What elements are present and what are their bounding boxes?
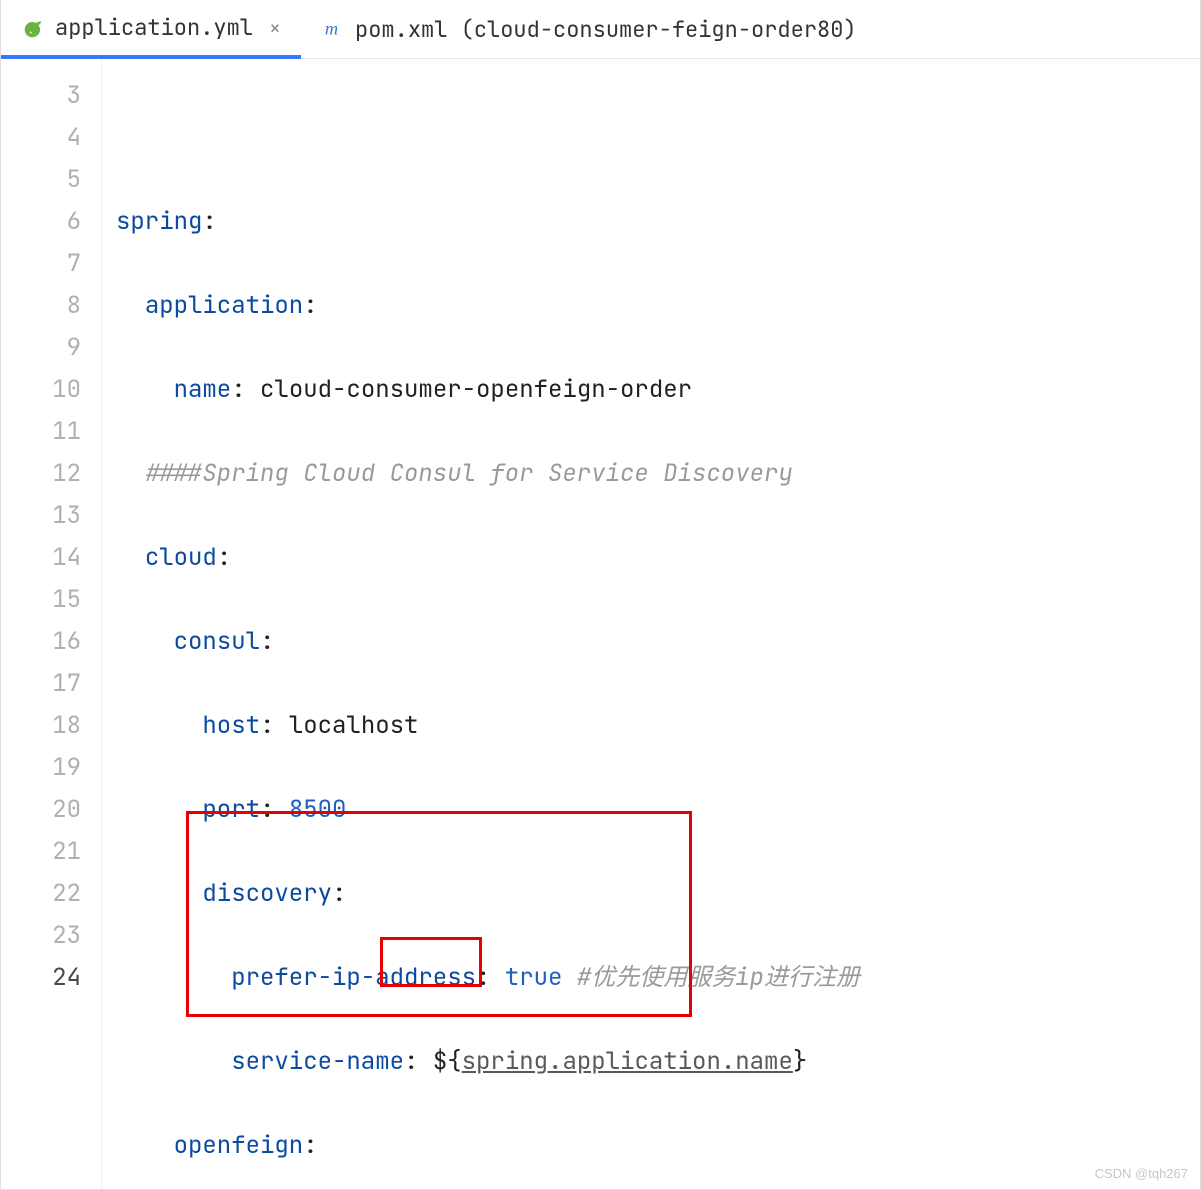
svg-text:m: m (325, 19, 338, 39)
line-number: 3 (1, 75, 101, 117)
tab-pom-xml[interactable]: m pom.xml (cloud-consumer-feign-order80) (301, 0, 877, 58)
code-line[interactable]: application: (102, 285, 1200, 327)
tab-title: application.yml (55, 13, 253, 42)
yaml-key: host (202, 710, 260, 741)
line-number: 23 (1, 915, 101, 957)
line-number: 10 (1, 369, 101, 411)
line-number: 4 (1, 117, 101, 159)
line-number-gutter: 3 4 5 6 7 8 9 10 11 12 13 14 15 16 17 18… (1, 59, 102, 1190)
line-number: 24 (1, 957, 101, 999)
yaml-value: } (793, 1046, 807, 1077)
code-line[interactable]: host: localhost (102, 705, 1200, 747)
maven-icon: m (323, 18, 345, 40)
watermark-text: CSDN @tqh267 (1095, 1166, 1188, 1181)
line-number: 14 (1, 537, 101, 579)
code-line[interactable]: name: cloud-consumer-openfeign-order (102, 369, 1200, 411)
tab-bar: application.yml × m pom.xml (cloud-consu… (1, 0, 1200, 59)
line-number: 15 (1, 579, 101, 621)
line-number: 13 (1, 495, 101, 537)
code-line[interactable]: spring: (102, 201, 1200, 243)
spring-icon (23, 17, 45, 39)
line-number: 18 (1, 705, 101, 747)
yaml-key: name (174, 374, 232, 405)
yaml-key: service-name (231, 1046, 404, 1077)
line-number: 5 (1, 159, 101, 201)
yaml-value: true (505, 962, 563, 993)
code-line[interactable]: prefer-ip-address: true #优先使用服务ip进行注册 (102, 957, 1200, 999)
code-editor[interactable]: 3 4 5 6 7 8 9 10 11 12 13 14 15 16 17 18… (1, 59, 1200, 1190)
code-line[interactable]: port: 8500 (102, 789, 1200, 831)
yaml-value: localhost (289, 710, 419, 741)
code-line[interactable]: service-name: ${spring.application.name} (102, 1041, 1200, 1083)
code-line[interactable]: cloud: (102, 537, 1200, 579)
line-number: 22 (1, 873, 101, 915)
code-line[interactable]: consul: (102, 621, 1200, 663)
code-line[interactable]: ####Spring Cloud Consul for Service Disc… (102, 453, 1200, 495)
code-line[interactable] (102, 117, 1200, 159)
yaml-value: 8500 (289, 794, 347, 825)
line-number: 16 (1, 621, 101, 663)
code-area[interactable]: spring: application: name: cloud-consume… (102, 59, 1200, 1190)
yaml-reference: spring.application.name (462, 1046, 793, 1077)
yaml-key: spring (116, 206, 202, 237)
yaml-comment: ####Spring Cloud Consul for Service Disc… (145, 458, 793, 489)
yaml-key: cloud (145, 542, 217, 573)
line-number: 21 (1, 831, 101, 873)
yaml-key: application (145, 290, 303, 321)
yaml-key: prefer-ip-address (231, 962, 476, 993)
line-number: 19 (1, 747, 101, 789)
yaml-value: cloud-consumer-openfeign-order (260, 374, 692, 405)
close-icon[interactable]: × (269, 15, 281, 41)
yaml-key: openfeign (174, 1130, 304, 1161)
line-number: 8 (1, 285, 101, 327)
line-number: 12 (1, 453, 101, 495)
line-number: 6 (1, 201, 101, 243)
line-number: 7 (1, 243, 101, 285)
tab-application-yml[interactable]: application.yml × (1, 0, 301, 59)
yaml-key: discovery (202, 878, 332, 909)
yaml-key: consul (174, 626, 260, 657)
line-number: 9 (1, 327, 101, 369)
yaml-value: ${ (433, 1046, 462, 1077)
editor-window: application.yml × m pom.xml (cloud-consu… (0, 0, 1201, 1190)
line-number: 11 (1, 411, 101, 453)
tab-title: pom.xml (cloud-consumer-feign-order80) (355, 15, 857, 44)
line-number: 17 (1, 663, 101, 705)
yaml-key: port (202, 794, 260, 825)
yaml-comment: #优先使用服务ip进行注册 (577, 962, 860, 993)
code-line[interactable]: discovery: (102, 873, 1200, 915)
line-number: 20 (1, 789, 101, 831)
code-line[interactable]: openfeign: (102, 1125, 1200, 1167)
